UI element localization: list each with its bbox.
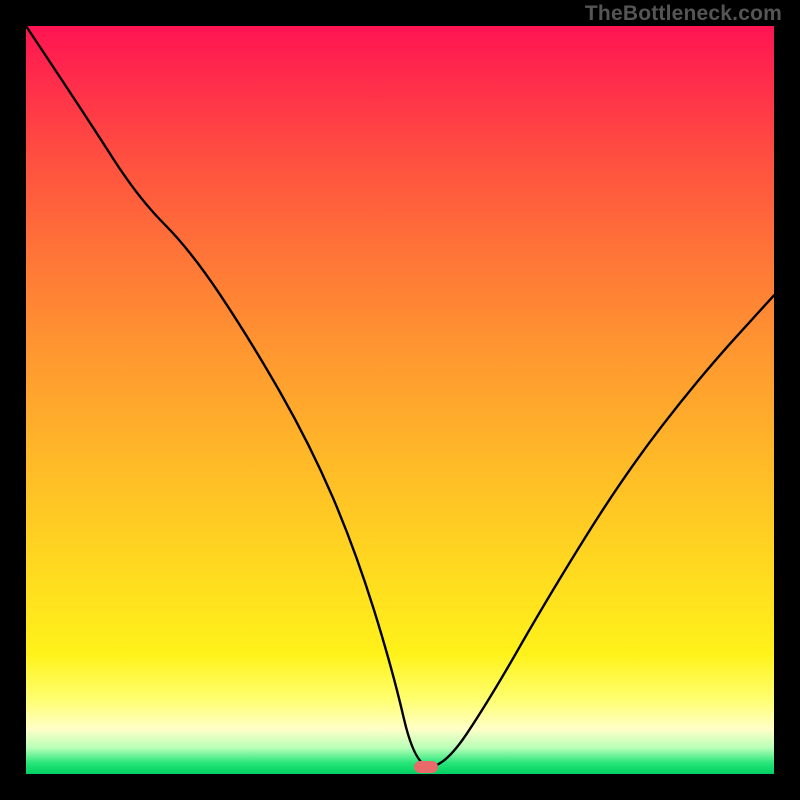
chart-frame: TheBottleneck.com — [0, 0, 800, 800]
optimal-marker — [414, 761, 438, 773]
plot-area — [26, 26, 774, 774]
watermark-text: TheBottleneck.com — [585, 2, 782, 26]
bottleneck-curve — [26, 26, 774, 774]
